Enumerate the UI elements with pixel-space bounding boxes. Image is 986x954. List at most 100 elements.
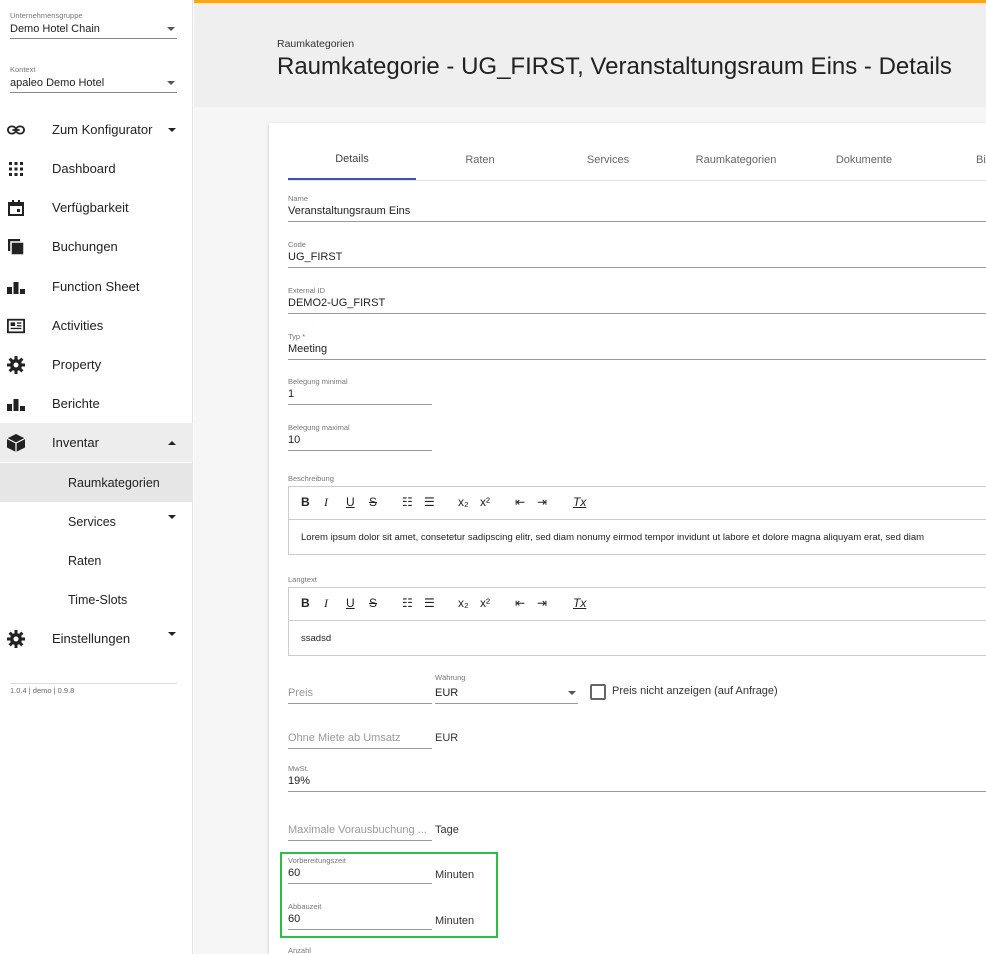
belegung-min-field[interactable]: Belegung minimal 1: [288, 377, 432, 405]
beschreibung-label: Beschreibung: [288, 474, 334, 483]
context-select-label: Kontext: [10, 65, 36, 74]
context-select-value[interactable]: apaleo Demo Hotel: [10, 77, 177, 93]
typ-select[interactable]: Meeting: [288, 343, 986, 360]
tab-raten[interactable]: Raten: [416, 140, 544, 180]
ordered-list-button[interactable]: ☷: [402, 596, 413, 610]
strike-button[interactable]: S: [369, 596, 377, 610]
code-field[interactable]: Code UG_FIRST: [288, 240, 986, 268]
page-title: Raumkategorie - UG_FIRST, Veranstaltungs…: [277, 53, 952, 80]
tab-bilder[interactable]: Bi: [976, 140, 986, 180]
beschreibung-content[interactable]: Lorem ipsum dolor sit amet, consetetur s…: [289, 520, 986, 554]
gear-icon: [7, 355, 25, 374]
sidebar-subitem-raumkategorien[interactable]: Raumkategorien: [0, 463, 193, 502]
preis-nicht-anzeigen-checkbox[interactable]: [590, 684, 606, 700]
langtext-editor[interactable]: B I U S ☷ ☰ x₂ x² ⇤ ⇥ Tx ssadsd: [288, 587, 986, 656]
belegung-min-input[interactable]: 1: [288, 388, 432, 405]
subscript-button[interactable]: x₂: [458, 495, 469, 509]
preis-label-spacer: [288, 676, 432, 686]
sidebar-item-berichte[interactable]: Berichte: [0, 384, 193, 423]
preis-field[interactable]: Preis: [288, 676, 432, 704]
chevron-down-icon: [167, 27, 175, 31]
sidebar-item-einstellungen[interactable]: Einstellungen: [0, 619, 193, 658]
langtext-content[interactable]: ssadsd: [289, 621, 986, 655]
tab-dokumente[interactable]: Dokumente: [800, 140, 928, 180]
sidebar-item-label: Property: [52, 357, 102, 372]
belegung-max-field[interactable]: Belegung maximal 10: [288, 423, 432, 451]
sidebar-item-label: Function Sheet: [52, 279, 140, 294]
strike-button[interactable]: S: [369, 495, 377, 509]
langtext-label: Langtext: [288, 575, 317, 584]
sidebar: Unternehmensgruppe Demo Hotel Chain Kont…: [0, 0, 193, 954]
group-select[interactable]: Unternehmensgruppe Demo Hotel Chain: [10, 11, 177, 39]
external-id-label: External ID: [288, 286, 326, 295]
underline-button[interactable]: U: [346, 495, 355, 509]
sidebar-item-verfuegbarkeit[interactable]: Verfügbarkeit: [0, 188, 193, 227]
italic-button[interactable]: I: [324, 596, 328, 611]
vorausbuchung-field[interactable]: Maximale Vorausbuchung ...: [288, 813, 432, 841]
waehrung-field[interactable]: Währung EUR: [435, 673, 578, 704]
external-id-input[interactable]: DEMO2-UG_FIRST: [288, 297, 986, 314]
tab-services[interactable]: Services: [544, 140, 672, 180]
outdent-button[interactable]: ⇤: [515, 596, 525, 610]
mwst-label: MwSt.: [288, 764, 309, 773]
sidebar-subitem-raten[interactable]: Raten: [0, 541, 193, 580]
breadcrumb[interactable]: Raumkategorien: [277, 38, 354, 50]
sidebar-item-buchungen[interactable]: Buchungen: [0, 227, 193, 266]
code-input[interactable]: UG_FIRST: [288, 251, 986, 268]
sidebar-item-dashboard[interactable]: Dashboard: [0, 149, 193, 188]
clear-format-button[interactable]: Tx: [573, 596, 586, 610]
ohne-miete-field[interactable]: Ohne Miete ab Umsatz: [288, 721, 432, 749]
sidebar-subitem-label: Services: [68, 514, 116, 529]
superscript-button[interactable]: x²: [480, 596, 490, 610]
superscript-button[interactable]: x²: [480, 495, 490, 509]
belegung-max-input[interactable]: 10: [288, 434, 432, 451]
indent-button[interactable]: ⇥: [537, 596, 547, 610]
beschreibung-editor[interactable]: B I U S ☷ ☰ x₂ x² ⇤ ⇥ Tx Lorem ipsum dol…: [288, 486, 986, 555]
ohne-miete-label-spacer: [288, 721, 432, 731]
group-select-value[interactable]: Demo Hotel Chain: [10, 23, 177, 39]
tab-raumkategorien[interactable]: Raumkategorien: [672, 140, 800, 180]
anzahl-field[interactable]: Anzahl: [288, 946, 432, 954]
ordered-list-button[interactable]: ☷: [402, 495, 413, 509]
sidebar-item-konfigurator[interactable]: Zum Konfigurator: [0, 110, 193, 149]
name-input[interactable]: Veranstaltungsraum Eins: [288, 205, 986, 222]
tab-details[interactable]: Details: [288, 140, 416, 180]
bold-button[interactable]: B: [301, 596, 310, 610]
italic-button[interactable]: I: [324, 495, 328, 510]
sidebar-item-property[interactable]: Property: [0, 345, 193, 384]
chevron-up-icon: [168, 440, 176, 445]
sidebar-item-inventar[interactable]: Inventar: [0, 423, 193, 462]
required-marker: *: [302, 332, 306, 341]
version-divider: [10, 683, 177, 684]
typ-field[interactable]: Typ * Meeting: [288, 332, 986, 360]
waehrung-select[interactable]: EUR: [435, 687, 578, 704]
sidebar-item-function-sheet[interactable]: Function Sheet: [0, 267, 193, 306]
context-select[interactable]: Kontext apaleo Demo Hotel: [10, 65, 177, 93]
sidebar-subitem-services[interactable]: Services: [0, 502, 193, 541]
external-id-field[interactable]: External ID DEMO2-UG_FIRST: [288, 286, 986, 314]
mwst-field[interactable]: MwSt. 19%: [288, 764, 986, 792]
sidebar-item-label: Activities: [52, 318, 104, 333]
preis-input[interactable]: Preis: [288, 687, 432, 704]
sidebar-item-activities[interactable]: Activities: [0, 306, 193, 345]
bold-button[interactable]: B: [301, 495, 310, 509]
bar-chart-icon: [7, 395, 25, 413]
name-field[interactable]: Name Veranstaltungsraum Eins: [288, 194, 986, 222]
sidebar-subitem-time-slots[interactable]: Time-Slots: [0, 580, 193, 619]
sidebar-item-label: Inventar: [52, 435, 99, 450]
underline-button[interactable]: U: [346, 596, 355, 610]
chevron-down-icon: [168, 632, 176, 636]
sidebar-item-label: Verfügbarkeit: [52, 200, 129, 215]
ohne-miete-input[interactable]: Ohne Miete ab Umsatz: [288, 732, 432, 749]
bullet-list-button[interactable]: ☰: [424, 495, 435, 509]
mwst-select[interactable]: 19%: [288, 775, 986, 792]
clear-format-button[interactable]: Tx: [573, 495, 586, 509]
version-text: 1.0.4 | demo | 0.9.8: [10, 686, 75, 695]
indent-button[interactable]: ⇥: [537, 495, 547, 509]
tabs-divider: [288, 180, 986, 181]
vorausbuchung-input[interactable]: Maximale Vorausbuchung ...: [288, 824, 432, 841]
chevron-down-icon: [168, 127, 176, 132]
subscript-button[interactable]: x₂: [458, 596, 469, 610]
bullet-list-button[interactable]: ☰: [424, 596, 435, 610]
outdent-button[interactable]: ⇤: [515, 495, 525, 509]
